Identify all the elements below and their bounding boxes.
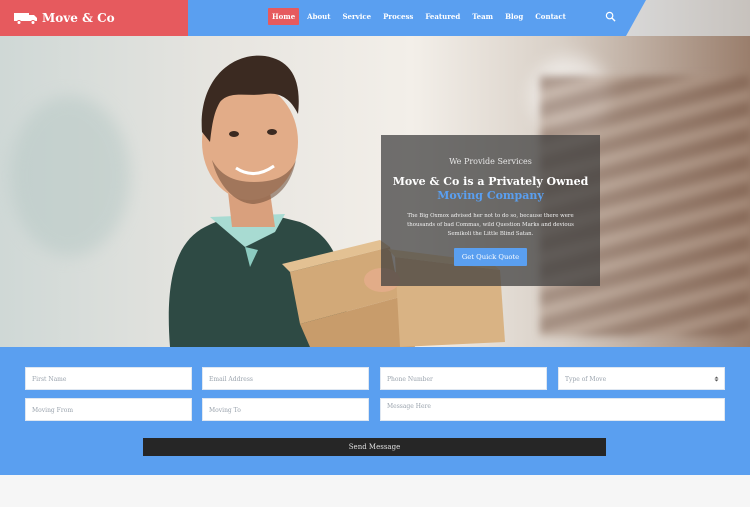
hero-highlight: Moving Company [437, 189, 544, 202]
nav-item-process[interactable]: Process [379, 8, 417, 25]
hero-eyebrow: We Provide Services [449, 157, 532, 166]
hero-card: We Provide Services Move & Co is a Priva… [381, 135, 600, 286]
nav-item-featured[interactable]: Featured [421, 8, 464, 25]
nav-item-about[interactable]: About [303, 8, 334, 25]
hero-title: Move & Co is a Privately Owned [392, 175, 589, 188]
get-quote-button[interactable]: Get Quick Quote [453, 248, 528, 266]
moving-to-field[interactable]: Moving To [202, 398, 369, 421]
hero-section: We Provide Services Move & Co is a Priva… [0, 36, 750, 347]
type-of-move-select[interactable]: Type of Move [558, 367, 725, 390]
search-icon[interactable] [605, 11, 616, 22]
nav-item-contact[interactable]: Contact [531, 8, 570, 25]
phone-field[interactable]: Phone Number [380, 367, 547, 390]
nav-item-team[interactable]: Team [468, 8, 497, 25]
message-field[interactable]: Message Here [380, 398, 725, 421]
nav-item-home[interactable]: Home [268, 8, 300, 25]
select-arrows-icon [714, 376, 719, 382]
hero-description: The Big Oxmox advised her not to do so, … [407, 213, 574, 237]
truck-icon [14, 13, 37, 25]
moving-from-field[interactable]: Moving From [25, 398, 192, 421]
email-field[interactable]: Email Address [202, 367, 369, 390]
nav-item-blog[interactable]: Blog [501, 8, 527, 25]
type-of-move-label: Type of Move [565, 376, 607, 383]
background-blur [10, 96, 130, 256]
first-name-field[interactable]: First Name [25, 367, 192, 390]
nav-item-service[interactable]: Service [338, 8, 375, 25]
send-message-button[interactable]: Send Message [143, 438, 606, 456]
brand-block[interactable]: Move & Co [0, 0, 188, 36]
brand-name: Move & Co [42, 11, 115, 25]
main-nav: Home About Service Process Featured Team… [268, 8, 574, 25]
page-bottom [0, 475, 750, 507]
